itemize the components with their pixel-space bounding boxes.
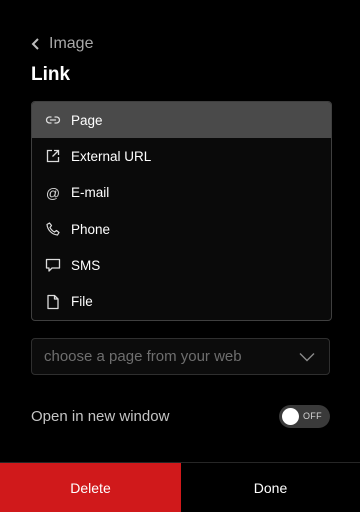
external-link-icon — [45, 148, 61, 164]
toggle-knob — [282, 408, 299, 425]
chevron-down-icon — [299, 352, 315, 361]
link-icon — [45, 112, 61, 128]
message-icon — [45, 257, 61, 273]
back-button[interactable]: Image — [31, 34, 93, 54]
menu-item-email[interactable]: @ E-mail — [32, 175, 331, 211]
menu-item-sms[interactable]: SMS — [32, 247, 331, 283]
done-button[interactable]: Done — [181, 463, 360, 512]
menu-item-external-url[interactable]: External URL — [32, 138, 331, 174]
file-icon — [45, 294, 61, 310]
new-window-label: Open in new window — [31, 408, 170, 425]
page-title: Link — [31, 64, 71, 85]
page-select[interactable]: choose a page from your web — [31, 338, 330, 375]
menu-item-label: E-mail — [71, 185, 110, 201]
link-type-menu: Page External URL @ E-mail Phone SMS Fil… — [31, 101, 332, 321]
back-label: Image — [49, 35, 94, 52]
toggle-state-label: OFF — [303, 411, 322, 421]
chevron-left-icon — [31, 38, 39, 50]
menu-item-label: Page — [71, 112, 103, 128]
menu-item-label: External URL — [71, 148, 152, 164]
menu-item-phone[interactable]: Phone — [32, 211, 331, 247]
menu-item-label: File — [71, 294, 93, 310]
new-window-toggle[interactable]: OFF — [279, 405, 330, 428]
delete-button[interactable]: Delete — [0, 463, 181, 512]
menu-item-file[interactable]: File — [32, 283, 331, 319]
menu-item-label: SMS — [71, 257, 101, 273]
menu-item-label: Phone — [71, 221, 111, 237]
page-select-placeholder: choose a page from your web — [44, 348, 242, 365]
phone-icon — [45, 221, 61, 237]
at-sign-icon: @ — [45, 184, 61, 201]
menu-item-page[interactable]: Page — [32, 102, 331, 139]
